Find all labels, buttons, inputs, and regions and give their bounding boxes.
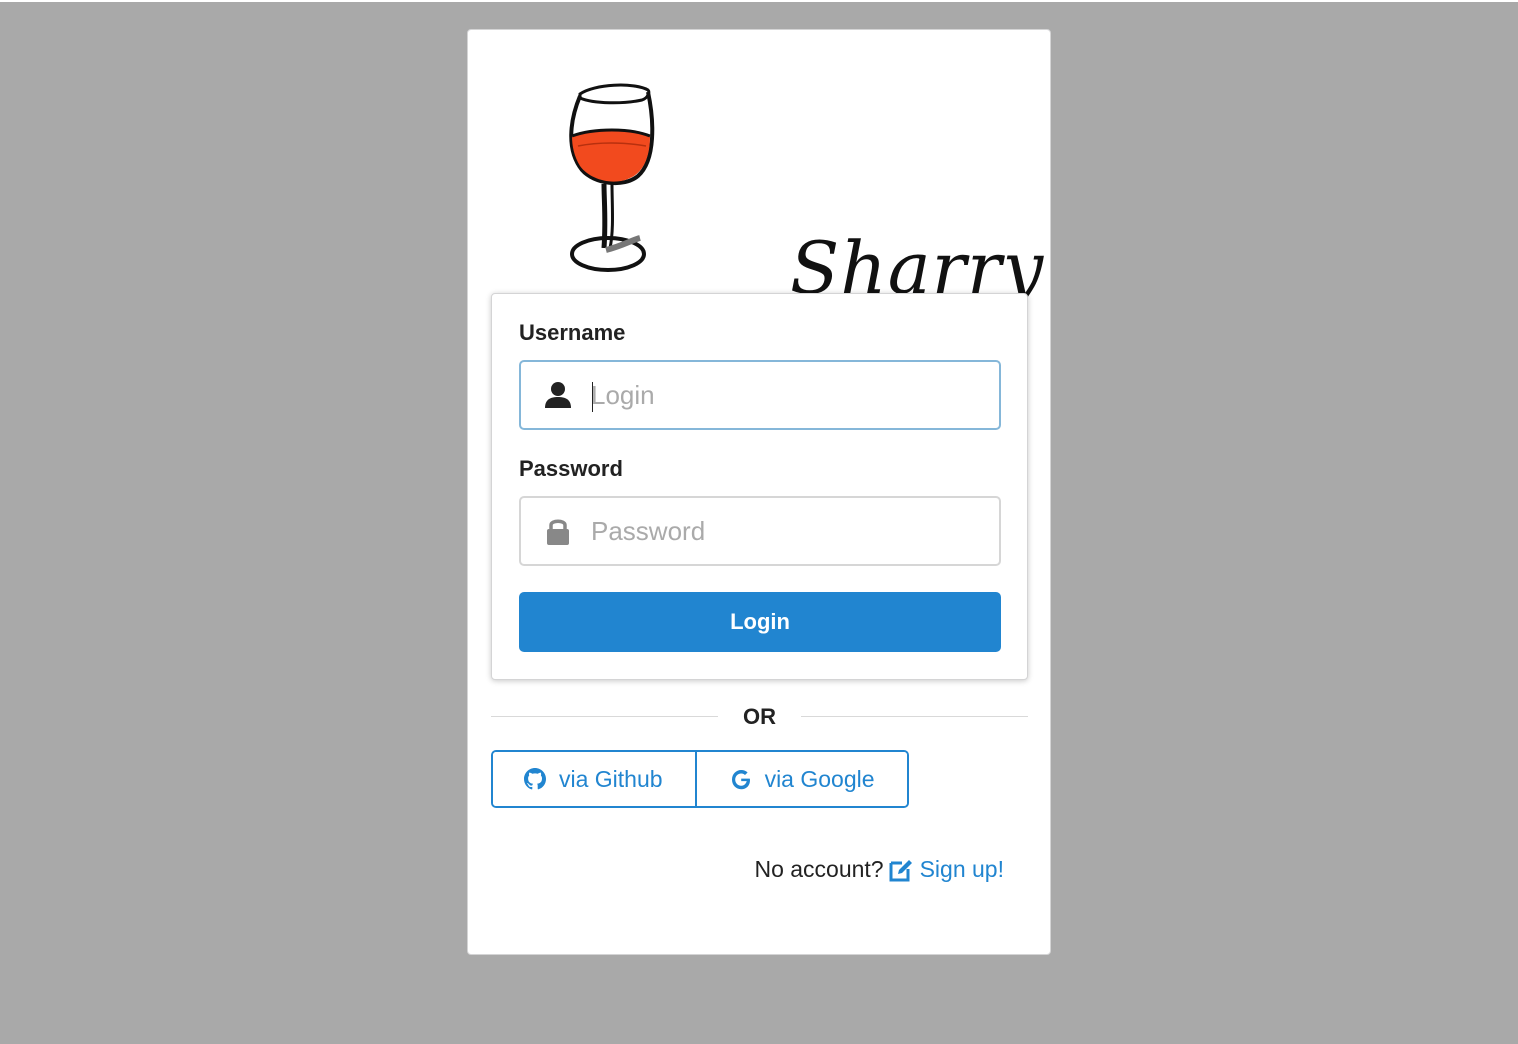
google-label: via Google — [764, 765, 875, 792]
password-label: Password — [519, 456, 623, 481]
logo: Sharry — [564, 80, 1043, 304]
user-icon — [545, 382, 571, 408]
username-field[interactable] — [519, 360, 1001, 430]
github-login-button[interactable]: via Github — [493, 752, 697, 806]
username-label: Username — [519, 320, 626, 345]
login-button[interactable]: Login — [519, 592, 1001, 652]
login-form: Username Password Login — [491, 293, 1028, 680]
top-border — [0, 0, 1518, 2]
or-divider: OR — [491, 702, 1028, 732]
password-input[interactable] — [591, 508, 986, 554]
text-caret — [592, 382, 593, 412]
github-icon — [524, 768, 546, 790]
wine-glass-icon — [569, 83, 655, 272]
signup-link[interactable]: Sign up! — [888, 856, 1004, 883]
edit-icon — [889, 859, 912, 881]
login-card: Sharry Username Password Login OR — [467, 29, 1051, 955]
signup-link-label[interactable]: Sign up! — [920, 856, 1004, 883]
github-label: via Github — [559, 765, 663, 792]
divider-text: OR — [743, 704, 776, 729]
google-login-button[interactable]: via Google — [696, 752, 907, 806]
password-field[interactable] — [519, 496, 1001, 566]
lock-icon — [547, 519, 569, 545]
signup-row: No account? Sign up! — [754, 856, 1004, 883]
google-icon — [731, 770, 750, 790]
signup-question: No account? — [754, 856, 884, 882]
username-input[interactable] — [591, 372, 986, 418]
oauth-buttons: via Github via Google — [491, 750, 909, 808]
divider-line-right — [801, 716, 1028, 717]
